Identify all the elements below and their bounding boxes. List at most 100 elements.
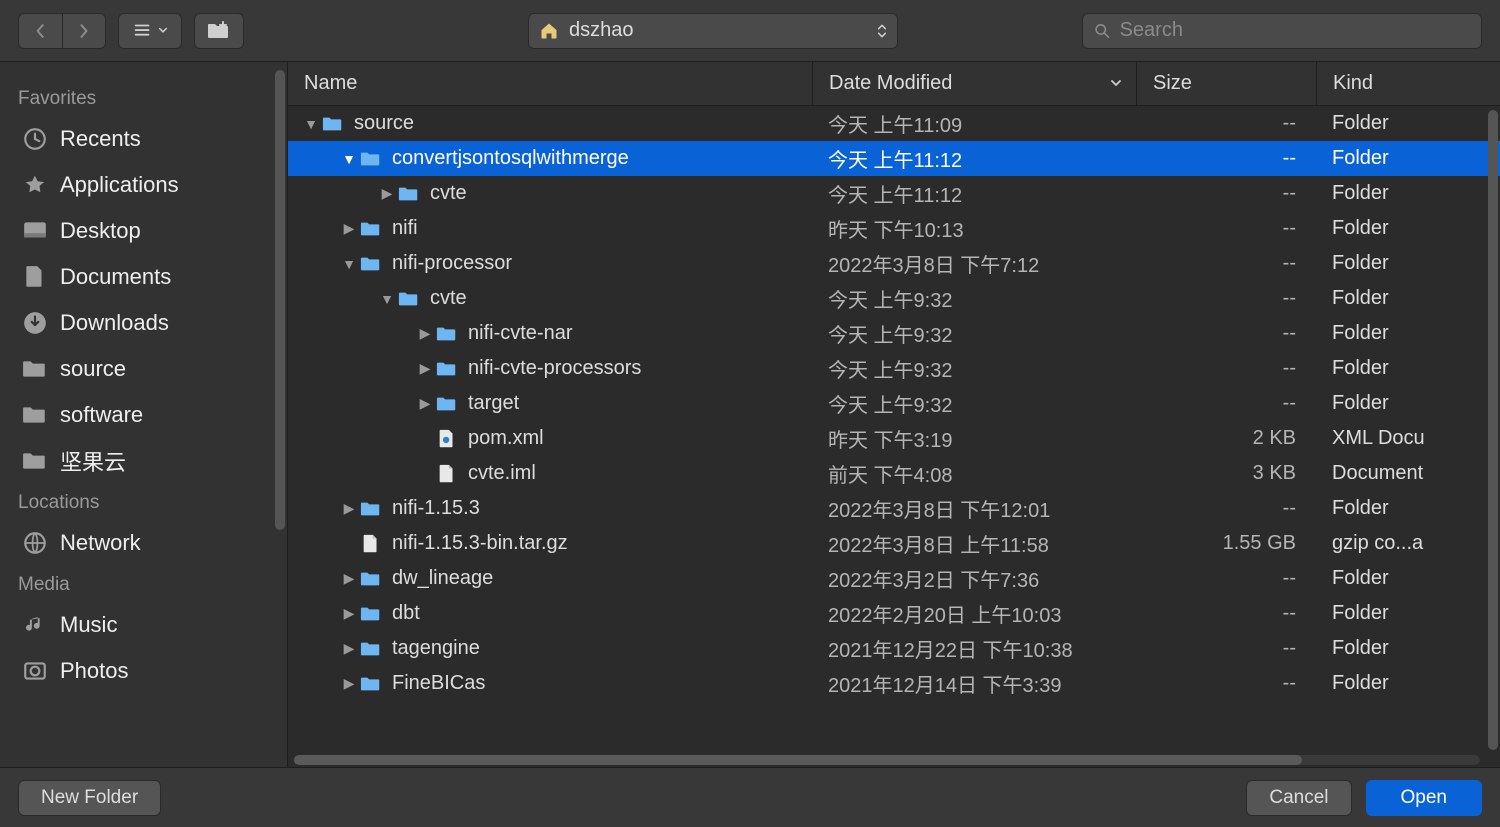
- toolbar: dszhao: [0, 0, 1500, 62]
- sidebar-item-label: Documents: [60, 264, 171, 290]
- sidebar-item[interactable]: source: [14, 346, 277, 392]
- apps-icon: [22, 172, 48, 198]
- file-size: --: [1136, 217, 1316, 240]
- column-header-size[interactable]: Size: [1136, 62, 1316, 105]
- file-row[interactable]: ▶ pom.xml 昨天 下午3:19 2 KB XML Docu: [288, 421, 1500, 456]
- column-header-kind[interactable]: Kind: [1316, 62, 1500, 105]
- disclosure-triangle-icon[interactable]: ▶: [342, 675, 356, 692]
- open-dialog: dszhao FavoritesRecentsApplicationsDeskt…: [0, 0, 1500, 827]
- search-icon: [1093, 21, 1112, 41]
- disclosure-triangle-icon[interactable]: ▶: [342, 605, 356, 622]
- folder-icon: [360, 568, 382, 590]
- sidebar-section-label: Locations: [18, 492, 273, 514]
- back-button[interactable]: [18, 13, 62, 49]
- folder-icon: [360, 148, 382, 170]
- new-folder-button[interactable]: New Folder: [18, 780, 161, 816]
- file-row[interactable]: ▶ nifi-1.15.3-bin.tar.gz 2022年3月8日 上午11:…: [288, 526, 1500, 561]
- sidebar-item[interactable]: Photos: [14, 648, 277, 694]
- file-row[interactable]: ▶ nifi-cvte-processors 今天 上午9:32 -- Fold…: [288, 351, 1500, 386]
- folder-icon: [436, 323, 458, 345]
- file-list-scrollbar[interactable]: [1488, 110, 1498, 750]
- file-name: nifi: [392, 217, 418, 240]
- file-row[interactable]: ▼ convertjsontosqlwithmerge 今天 上午11:12 -…: [288, 141, 1500, 176]
- file-row[interactable]: ▼ cvte 今天 上午9:32 -- Folder: [288, 281, 1500, 316]
- sidebar-item[interactable]: software: [14, 392, 277, 438]
- file-kind: Folder: [1316, 287, 1500, 310]
- sidebar-item[interactable]: Applications: [14, 162, 277, 208]
- file-kind: gzip co...a: [1316, 532, 1500, 555]
- file-date: 2021年12月14日 下午3:39: [812, 669, 1136, 698]
- file-date: 前天 下午4:08: [812, 459, 1136, 488]
- sidebar-scrollbar[interactable]: [275, 70, 285, 530]
- file-kind: XML Docu: [1316, 427, 1500, 450]
- file-kind: Folder: [1316, 182, 1500, 205]
- file-row[interactable]: ▶ tagengine 2021年12月22日 下午10:38 -- Folde…: [288, 631, 1500, 666]
- search-box[interactable]: [1082, 13, 1482, 49]
- folder-icon: [436, 393, 458, 415]
- file-date: 2022年3月8日 下午7:12: [812, 249, 1136, 278]
- sidebar-item[interactable]: Network: [14, 520, 277, 566]
- column-header-name[interactable]: Name: [288, 62, 812, 105]
- folder-icon: [360, 498, 382, 520]
- file-row[interactable]: ▶ dw_lineage 2022年3月2日 下午7:36 -- Folder: [288, 561, 1500, 596]
- disclosure-triangle-icon[interactable]: ▶: [342, 570, 356, 587]
- file-row[interactable]: ▶ FineBICas 2021年12月14日 下午3:39 -- Folder: [288, 666, 1500, 701]
- column-header-date[interactable]: Date Modified: [812, 62, 1136, 105]
- file-row[interactable]: ▶ nifi-cvte-nar 今天 上午9:32 -- Folder: [288, 316, 1500, 351]
- disclosure-triangle-icon[interactable]: ▼: [342, 151, 356, 167]
- disclosure-triangle-icon[interactable]: ▶: [418, 395, 432, 412]
- disclosure-triangle-icon[interactable]: ▶: [418, 325, 432, 342]
- disclosure-triangle-icon[interactable]: ▶: [342, 500, 356, 517]
- disclosure-triangle-icon[interactable]: ▶: [380, 185, 394, 202]
- file-row[interactable]: ▼ nifi-processor 2022年3月8日 下午7:12 -- Fol…: [288, 246, 1500, 281]
- path-dropdown[interactable]: dszhao: [528, 13, 898, 49]
- new-folder-toolbar-button[interactable]: [194, 13, 244, 49]
- view-mode-button[interactable]: [118, 13, 182, 49]
- column-headers: Name Date Modified Size Kind: [288, 62, 1500, 106]
- disclosure-triangle-icon[interactable]: ▼: [342, 256, 356, 272]
- sidebar-item[interactable]: Desktop: [14, 208, 277, 254]
- sidebar-item[interactable]: Downloads: [14, 300, 277, 346]
- disclosure-triangle-icon[interactable]: ▶: [342, 220, 356, 237]
- xml-icon: [436, 428, 458, 450]
- search-input[interactable]: [1120, 19, 1471, 42]
- file-row[interactable]: ▶ cvte.iml 前天 下午4:08 3 KB Document: [288, 456, 1500, 491]
- file-row[interactable]: ▶ nifi-1.15.3 2022年3月8日 下午12:01 -- Folde…: [288, 491, 1500, 526]
- file-kind: Document: [1316, 462, 1500, 485]
- file-size: --: [1136, 602, 1316, 625]
- disclosure-triangle-icon[interactable]: ▼: [304, 116, 318, 132]
- file-name: dw_lineage: [392, 567, 493, 590]
- file-date: 今天 上午9:32: [812, 284, 1136, 313]
- file-date: 今天 上午9:32: [812, 319, 1136, 348]
- open-button[interactable]: Open: [1366, 780, 1482, 816]
- sidebar-item[interactable]: 坚果云: [14, 438, 277, 484]
- forward-button[interactable]: [62, 13, 106, 49]
- file-kind: Folder: [1316, 147, 1500, 170]
- file-size: 3 KB: [1136, 462, 1316, 485]
- sidebar-item-label: Music: [60, 612, 117, 638]
- disclosure-triangle-icon[interactable]: ▶: [342, 640, 356, 657]
- file-size: --: [1136, 357, 1316, 380]
- h-scroll-thumb[interactable]: [294, 755, 1302, 765]
- disclosure-triangle-icon[interactable]: ▼: [380, 291, 394, 307]
- file-name: nifi-1.15.3: [392, 497, 480, 520]
- file-row[interactable]: ▶ dbt 2022年2月20日 上午10:03 -- Folder: [288, 596, 1500, 631]
- sidebar-item[interactable]: Documents: [14, 254, 277, 300]
- chevron-right-icon: [74, 21, 94, 41]
- footer: New Folder Cancel Open: [0, 767, 1500, 827]
- file-date: 今天 上午9:32: [812, 354, 1136, 383]
- file-row[interactable]: ▶ nifi 昨天 下午10:13 -- Folder: [288, 211, 1500, 246]
- sidebar-item[interactable]: Recents: [14, 116, 277, 162]
- file-row[interactable]: ▶ target 今天 上午9:32 -- Folder: [288, 386, 1500, 421]
- chevron-left-icon: [31, 21, 51, 41]
- file-row[interactable]: ▼ source 今天 上午11:09 -- Folder: [288, 106, 1500, 141]
- file-list-h-scrollbar[interactable]: [294, 755, 1480, 765]
- cancel-button[interactable]: Cancel: [1246, 780, 1351, 816]
- file-kind: Folder: [1316, 637, 1500, 660]
- file-row[interactable]: ▶ cvte 今天 上午11:12 -- Folder: [288, 176, 1500, 211]
- list-icon: [132, 20, 154, 42]
- file-size: --: [1136, 497, 1316, 520]
- file-size: --: [1136, 287, 1316, 310]
- disclosure-triangle-icon[interactable]: ▶: [418, 360, 432, 377]
- sidebar-item[interactable]: Music: [14, 602, 277, 648]
